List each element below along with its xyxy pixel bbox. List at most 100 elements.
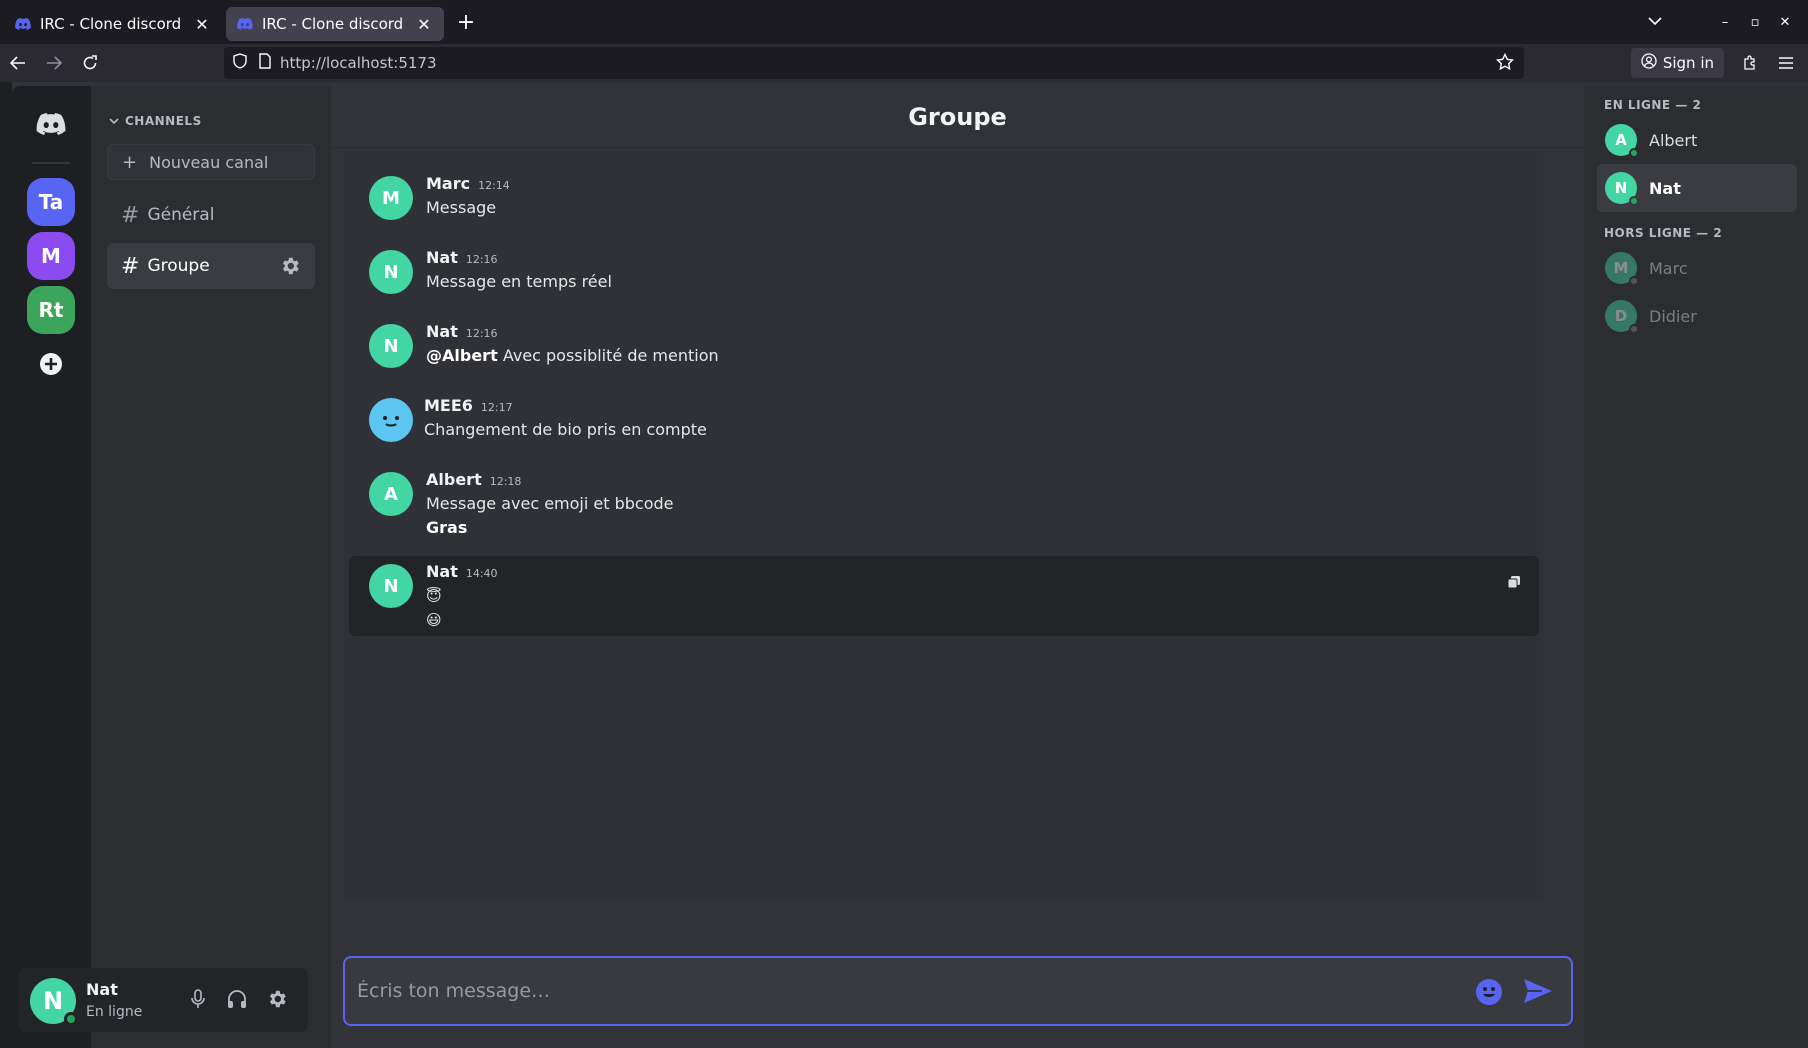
member-name: Didier — [1649, 306, 1697, 326]
avatar[interactable]: A — [369, 472, 413, 516]
message-author[interactable]: Marc — [426, 174, 470, 193]
message-author[interactable]: MEE6 — [424, 396, 473, 415]
discord-favicon-icon — [236, 15, 254, 33]
member-item-albert[interactable]: A Albert — [1597, 116, 1797, 164]
discord-favicon-icon — [14, 15, 32, 33]
message-header: MEE6 12:17 — [424, 396, 513, 415]
user-mention[interactable]: @Albert — [426, 346, 498, 365]
message-time: 12:14 — [478, 179, 510, 192]
chevron-down-icon — [109, 114, 119, 128]
online-status-dot — [1629, 196, 1639, 206]
message-time: 12:18 — [489, 475, 522, 488]
account-icon — [1641, 53, 1657, 73]
message-time: 12:16 — [465, 327, 498, 340]
member-list: EN LIGNE — 2 A Albert N Nat HORS LIGNE —… — [1584, 86, 1808, 1048]
hash-icon: # — [121, 202, 140, 228]
message-header: Nat 14:40 — [426, 562, 498, 581]
message-time: 14:40 — [465, 567, 498, 580]
browser-tab[interactable]: IRC - Clone discord ✕ — [4, 7, 222, 41]
sign-in-button[interactable]: Sign in — [1630, 48, 1724, 78]
mee6-face-icon — [383, 416, 399, 427]
browser-tab-active[interactable]: IRC - Clone discord ✕ — [226, 7, 444, 41]
back-arrow-icon[interactable] — [0, 48, 36, 78]
message-item: MEE6 12:17 Changement de bio pris en comp… — [343, 374, 1543, 448]
forward-arrow-icon[interactable] — [36, 48, 72, 78]
tab-title: IRC - Clone discord — [40, 15, 182, 33]
offline-status-dot — [1629, 276, 1639, 286]
tab-close-icon[interactable]: ✕ — [192, 15, 212, 34]
online-status-dot — [1629, 148, 1639, 158]
emoji-picker-icon[interactable] — [1475, 978, 1503, 1010]
user-name: Nat — [86, 980, 118, 999]
server-separator — [32, 162, 70, 164]
maximize-icon[interactable]: ▫ — [1740, 15, 1770, 30]
channel-item-general[interactable]: # Général — [107, 192, 315, 238]
copy-icon[interactable] — [1507, 574, 1521, 593]
add-server-icon[interactable] — [27, 340, 75, 388]
message-text-bold: Gras — [426, 518, 468, 537]
channel-sidebar: CHANNELS + Nouveau canal # Général # Gro… — [91, 86, 331, 1048]
bookmark-star-icon[interactable] — [1495, 52, 1515, 75]
avatar[interactable]: M — [369, 176, 413, 220]
user-settings-gear-icon[interactable] — [266, 988, 288, 1014]
tab-list-chevron-icon[interactable] — [1640, 15, 1670, 30]
message-text: Message en temps réel — [426, 272, 612, 291]
user-avatar[interactable]: N — [30, 978, 78, 1026]
channels-category[interactable]: CHANNELS — [109, 114, 202, 128]
server-icon-m[interactable]: M — [27, 232, 75, 280]
message-text: Message avec emoji et bbcode — [426, 494, 674, 513]
emoji-innocent: 😇 — [426, 587, 442, 605]
member-initial: M — [1613, 259, 1629, 277]
tab-close-icon[interactable]: ✕ — [414, 15, 434, 34]
message-item: M Marc 12:14 Message — [343, 152, 1543, 226]
member-avatar: N — [1605, 172, 1639, 206]
message-header: Albert 12:18 — [426, 470, 521, 489]
reload-icon[interactable] — [72, 48, 108, 78]
message-input[interactable] — [357, 972, 1457, 1010]
member-item-marc[interactable]: M Marc — [1597, 244, 1797, 292]
server-icon-rt[interactable]: Rt — [27, 286, 75, 334]
user-panel: N Nat En ligne — [18, 968, 308, 1032]
message-composer — [343, 956, 1573, 1026]
url-bar[interactable]: http://localhost:5173 — [224, 47, 1524, 79]
minimize-icon[interactable]: – — [1710, 15, 1740, 30]
message-item-hovered: N Nat 14:40 😇 😃 — [349, 556, 1539, 636]
member-initial: N — [1614, 179, 1628, 197]
member-item-nat[interactable]: N Nat — [1597, 164, 1797, 212]
avatar[interactable]: N — [369, 250, 413, 294]
channel-item-groupe[interactable]: # Groupe — [107, 243, 315, 289]
category-label: CHANNELS — [125, 114, 202, 128]
message-list[interactable]: M Marc 12:14 Message N Nat 12:16 Message e… — [343, 152, 1543, 902]
message-item: A Albert 12:18 Message avec emoji et bbco… — [343, 448, 1543, 544]
hash-icon: # — [121, 253, 140, 279]
send-icon[interactable] — [1523, 978, 1553, 1008]
channel-title: Groupe — [331, 86, 1584, 148]
avatar[interactable]: N — [369, 564, 413, 608]
server-icon-ta[interactable]: Ta — [27, 178, 75, 226]
message-author[interactable]: Nat — [426, 322, 458, 341]
bot-avatar[interactable] — [369, 398, 413, 442]
member-name: Albert — [1649, 130, 1698, 150]
channel-label: Groupe — [147, 256, 210, 276]
shield-icon[interactable] — [232, 53, 248, 73]
close-window-icon[interactable]: ✕ — [1770, 15, 1800, 30]
menu-hamburger-icon[interactable] — [1768, 48, 1804, 78]
extensions-icon[interactable] — [1732, 48, 1768, 78]
channel-settings-gear-icon[interactable] — [279, 255, 301, 282]
microphone-icon[interactable] — [188, 988, 208, 1014]
message-header: Nat 12:16 — [426, 322, 498, 341]
message-author[interactable]: Nat — [426, 248, 458, 267]
message-author[interactable]: Nat — [426, 562, 458, 581]
new-channel-button[interactable]: + Nouveau canal — [107, 144, 315, 180]
member-item-didier[interactable]: D Didier — [1597, 292, 1797, 340]
discord-home-icon[interactable] — [27, 100, 75, 148]
app-edge — [0, 82, 12, 1048]
member-initial: A — [1615, 131, 1627, 149]
headphones-icon[interactable] — [226, 988, 248, 1014]
channel-label: Général — [147, 205, 215, 225]
avatar[interactable]: N — [369, 324, 413, 368]
url-text: http://localhost:5173 — [280, 54, 437, 72]
message-author[interactable]: Albert — [426, 470, 482, 489]
new-tab-icon[interactable]: + — [452, 8, 480, 36]
message-header: Marc 12:14 — [426, 174, 510, 193]
